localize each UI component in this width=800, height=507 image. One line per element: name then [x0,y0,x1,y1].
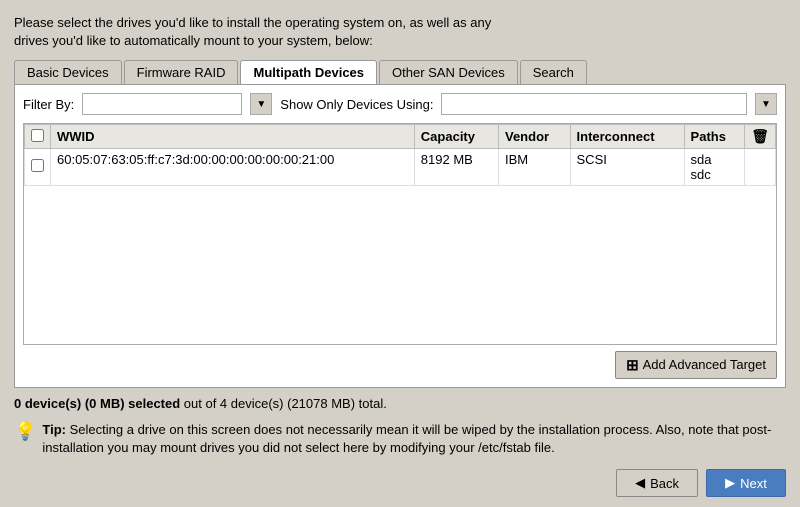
back-button[interactable]: ◀ Back [616,469,698,497]
tab-firmware[interactable]: Firmware RAID [124,60,239,84]
th-paths: Paths [684,125,745,149]
status-rest: out of 4 device(s) (21078 MB) total. [180,396,387,411]
device-table: WWID Capacity Vendor Interconnect Paths … [24,124,776,186]
tab-other-san[interactable]: Other SAN Devices [379,60,518,84]
filter-label: Filter By: [23,97,74,112]
row-wwid: 60:05:07:63:05:ff:c7:3d:00:00:00:00:00:0… [51,149,415,186]
row-checkbox-cell[interactable] [25,149,51,186]
add-advanced-target-button[interactable]: ⊞ Add Advanced Target [615,351,777,379]
tab-search[interactable]: Search [520,60,587,84]
th-capacity: Capacity [414,125,498,149]
bottom-row: ⊞ Add Advanced Target [23,351,777,379]
status-row: 0 device(s) (0 MB) selected out of 4 dev… [14,396,786,411]
row-capacity: 8192 MB [414,149,498,186]
row-vendor: IBM [499,149,571,186]
table-row: 60:05:07:63:05:ff:c7:3d:00:00:00:00:00:0… [25,149,776,186]
next-arrow-icon: ▶ [725,475,735,491]
th-interconnect: Interconnect [570,125,684,149]
row-checkbox[interactable] [31,159,44,172]
back-label: Back [650,476,679,491]
th-wwid: WWID [51,125,415,149]
select-all-checkbox[interactable] [31,129,44,142]
row-paths: sda sdc [684,149,745,186]
add-target-label: Add Advanced Target [643,357,766,372]
th-vendor: Vendor [499,125,571,149]
tab-basic[interactable]: Basic Devices [14,60,122,84]
tab-multipath[interactable]: Multipath Devices [240,60,377,84]
tip-label: Tip: [42,422,66,437]
th-trash: 🗑 [745,125,776,149]
row-trash-cell [745,149,776,186]
plus-icon: ⊞ [626,356,639,374]
trash-header-icon[interactable]: 🗑 [751,128,769,144]
next-label: Next [740,476,767,491]
show-only-input[interactable] [441,93,747,115]
main-panel: Filter By: ▼ Show Only Devices Using: ▼ … [14,84,786,387]
th-checkbox[interactable] [25,125,51,149]
back-arrow-icon: ◀ [635,475,645,491]
filter-dropdown-btn[interactable]: ▼ [250,93,272,115]
tip-icon: 💡 [14,419,36,444]
tabs-bar: Basic Devices Firmware RAID Multipath De… [14,60,786,84]
row-interconnect: SCSI [570,149,684,186]
filter-row: Filter By: ▼ Show Only Devices Using: ▼ [23,93,777,115]
status-bold: 0 device(s) (0 MB) selected [14,396,180,411]
device-table-container: WWID Capacity Vendor Interconnect Paths … [23,123,777,344]
intro-text: Please select the drives you'd like to i… [14,14,786,50]
show-only-dropdown-btn[interactable]: ▼ [755,93,777,115]
tip-row: 💡 Tip: Selecting a drive on this screen … [14,421,786,457]
nav-buttons: ◀ Back ▶ Next [14,469,786,497]
tip-text: Tip: Selecting a drive on this screen do… [42,421,786,457]
next-button[interactable]: ▶ Next [706,469,786,497]
filter-input[interactable] [82,93,242,115]
show-only-label: Show Only Devices Using: [280,97,433,112]
